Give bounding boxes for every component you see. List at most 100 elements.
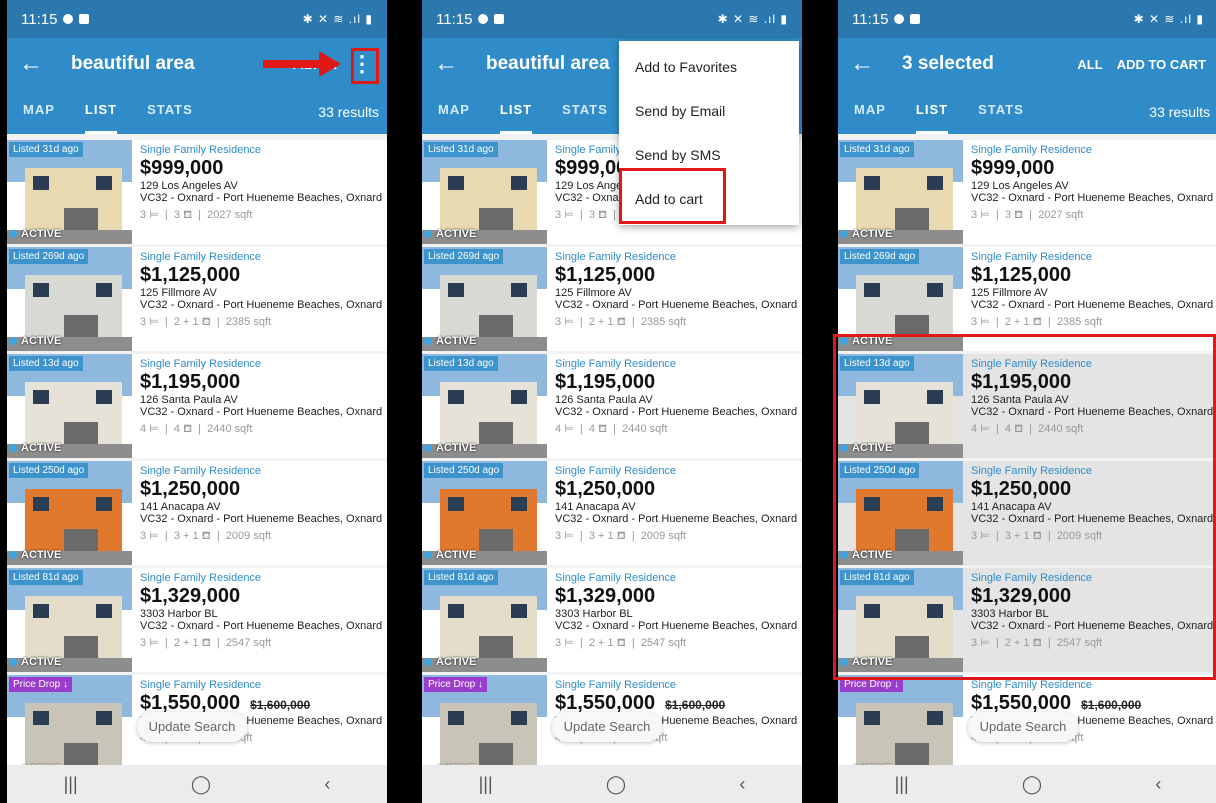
nav-back-icon[interactable]: ‹ — [739, 774, 745, 795]
listing-photo[interactable]: Price Drop ↓ACTIVE — [422, 675, 547, 779]
nav-recents-icon[interactable]: ||| — [64, 774, 78, 795]
listing-row[interactable]: Listed 31d ago ACTIVE Single Family Reside… — [838, 140, 1216, 244]
tab-list[interactable]: LIST — [915, 90, 949, 134]
update-search-button[interactable]: Update Search — [968, 712, 1078, 742]
listing-photo[interactable]: Price Drop ↓ACTIVE — [838, 675, 963, 779]
add-to-cart-button[interactable]: ADD TO CART — [1117, 57, 1206, 72]
listed-badge: Listed 81d ago — [424, 570, 498, 585]
listing-row[interactable]: Listed 269d ago ACTIVE Single Family Resid… — [7, 247, 387, 351]
listing-price: $1,329,000 — [555, 585, 656, 607]
listing-row[interactable]: Listed 13d ago ACTIVE Single Family Reside… — [7, 354, 387, 458]
listing-photo[interactable]: Listed 269d ago ACTIVE — [422, 247, 547, 351]
listing-meta: 3 ⊨ | 3 ⛾ | 2027 sqft — [971, 209, 1084, 221]
listing-address: 3303 Harbor BL — [555, 608, 633, 620]
nav-recents-icon[interactable]: ||| — [895, 774, 909, 795]
listing-photo[interactable]: Listed 81d ago ACTIVE — [7, 568, 132, 672]
property-type: Single Family Residence — [555, 679, 677, 691]
property-type: Single Family Residence — [555, 465, 677, 477]
listing-photo[interactable]: Listed 81d ago ACTIVE — [422, 568, 547, 672]
listing-photo[interactable]: Price Drop ↓ACTIVE — [7, 675, 132, 779]
tab-map[interactable]: MAP — [23, 90, 55, 134]
listing-price: $1,125,000 — [555, 264, 656, 286]
status-dot-icon — [9, 230, 17, 238]
update-search-button[interactable]: Update Search — [552, 712, 662, 742]
listing-photo[interactable]: Listed 13d ago ACTIVE — [422, 354, 547, 458]
listing-row[interactable]: Listed 269d ago ACTIVE Single Family Resid… — [422, 247, 802, 351]
app-bar: ← 3 selected ALL ADD TO CART — [838, 38, 1216, 90]
listing-area: VC32 - Oxnard - Port Hueneme Beaches, Ox… — [971, 192, 1214, 204]
bed-icon: ⊨ — [564, 209, 574, 221]
tab-map[interactable]: MAP — [438, 90, 470, 134]
tab-list[interactable]: LIST — [499, 90, 533, 134]
property-type: Single Family Residence — [140, 572, 262, 584]
old-price: $1,600,000 — [250, 698, 311, 712]
all-button[interactable]: ALL — [1077, 57, 1102, 72]
listing-row[interactable]: Listed 81d ago ACTIVE Single Family Reside… — [7, 568, 387, 672]
nav-back-icon[interactable]: ‹ — [324, 774, 330, 795]
status-badge: ACTIVE — [840, 228, 892, 240]
status-dot-icon — [424, 444, 432, 452]
listing-photo[interactable]: Listed 250d ago ACTIVE — [7, 461, 132, 565]
listing-address: 129 Los Angeles AV — [971, 180, 1069, 192]
bed-icon: ⊨ — [149, 423, 159, 435]
listing-address: 141 Anacapa AV — [555, 501, 636, 513]
listing-meta: 3 ⊨ | 2 + 1 ⛾ | 2385 sqft — [971, 316, 1103, 328]
listing-area: VC32 - Oxnard - Port Hueneme Beaches, Ox… — [140, 299, 383, 311]
listing-photo[interactable]: Listed 269d ago ACTIVE — [7, 247, 132, 351]
nav-back-icon[interactable]: ‹ — [1155, 774, 1161, 795]
listing-area: VC32 - Oxnard - Port Hueneme Beaches, Ox… — [140, 192, 383, 204]
nav-recents-icon[interactable]: ||| — [479, 774, 493, 795]
listing-row[interactable]: Listed 31d ago ACTIVE Single Family Reside… — [7, 140, 387, 244]
bed-icon: ⊨ — [149, 316, 159, 328]
tab-stats[interactable]: STATS — [147, 90, 193, 134]
listing-row[interactable]: Listed 81d ago ACTIVE Single Family Reside… — [422, 568, 802, 672]
listing-row[interactable]: Listed 250d ago ACTIVE Single Family Resid… — [7, 461, 387, 565]
listing-address: 141 Anacapa AV — [140, 501, 221, 513]
nav-home-icon[interactable]: ◯ — [1022, 774, 1042, 795]
status-time: 11:15 — [21, 10, 58, 28]
bath-icon: ⛾ — [1032, 316, 1042, 328]
bed-icon: ⊨ — [980, 316, 990, 328]
tab-bar: MAP LIST STATS 33 results — [838, 90, 1216, 134]
status-dot-icon — [424, 658, 432, 666]
listing-row[interactable]: Listed 250d ago ACTIVE Single Family Resid… — [422, 461, 802, 565]
back-arrow-icon[interactable]: ← — [850, 50, 888, 78]
tab-map[interactable]: MAP — [854, 90, 886, 134]
nav-home-icon[interactable]: ◯ — [191, 774, 211, 795]
property-type: Single Family Residence — [140, 251, 262, 263]
listing-photo[interactable]: Listed 31d ago ACTIVE — [838, 140, 963, 244]
screen-overflow-menu: 11:15 ✱ ✕ ≋ .ıl ▮ ← beautiful area MAP LIST ST… — [422, 0, 802, 803]
listing-photo[interactable]: Listed 31d ago ACTIVE — [422, 140, 547, 244]
listing-price: $999,000 — [140, 157, 224, 179]
listing-price: $1,250,000 — [555, 478, 656, 500]
listing-photo[interactable]: Listed 13d ago ACTIVE — [7, 354, 132, 458]
menu-item-add-to-favorites[interactable]: Add to Favorites — [619, 45, 799, 89]
status-badge: ACTIVE — [424, 656, 476, 668]
nav-home-icon[interactable]: ◯ — [606, 774, 626, 795]
back-arrow-icon[interactable]: ← — [434, 50, 472, 78]
back-arrow-icon[interactable]: ← — [19, 50, 57, 78]
tab-list[interactable]: LIST — [84, 90, 118, 134]
pointer-arrow-icon — [263, 51, 343, 77]
listed-badge: Listed 31d ago — [840, 142, 914, 157]
status-badge: ACTIVE — [9, 656, 61, 668]
listing-row[interactable]: Listed 13d ago ACTIVE Single Family Reside… — [422, 354, 802, 458]
menu-item-send-by-email[interactable]: Send by Email — [619, 89, 799, 133]
property-type: Single Family Residence — [555, 358, 677, 370]
tab-stats[interactable]: STATS — [562, 90, 608, 134]
tab-stats[interactable]: STATS — [978, 90, 1024, 134]
update-search-button[interactable]: Update Search — [137, 712, 247, 742]
listed-badge: Listed 269d ago — [424, 249, 504, 264]
status-bar: 11:15 ✱ ✕ ≋ .ıl ▮ — [422, 0, 802, 38]
nav-bar: ||| ◯ ‹ — [422, 765, 802, 803]
listing-area: VC32 - Oxnard - Port Hueneme Beaches, Ox… — [555, 513, 798, 525]
property-type: Single Family Residence — [140, 679, 262, 691]
listing-photo[interactable]: Listed 250d ago ACTIVE — [422, 461, 547, 565]
listing-photo[interactable]: Listed 31d ago ACTIVE — [7, 140, 132, 244]
status-icons: ✱ ✕ ≋ .ıl ▮ — [717, 12, 788, 26]
old-price: $1,600,000 — [665, 698, 726, 712]
bath-icon: ⛾ — [201, 637, 211, 649]
status-dot-icon — [424, 230, 432, 238]
status-badge: ACTIVE — [9, 549, 61, 561]
listing-meta: 3 ⊨ | 2 + 1 ⛾ | 2547 sqft — [555, 637, 687, 649]
